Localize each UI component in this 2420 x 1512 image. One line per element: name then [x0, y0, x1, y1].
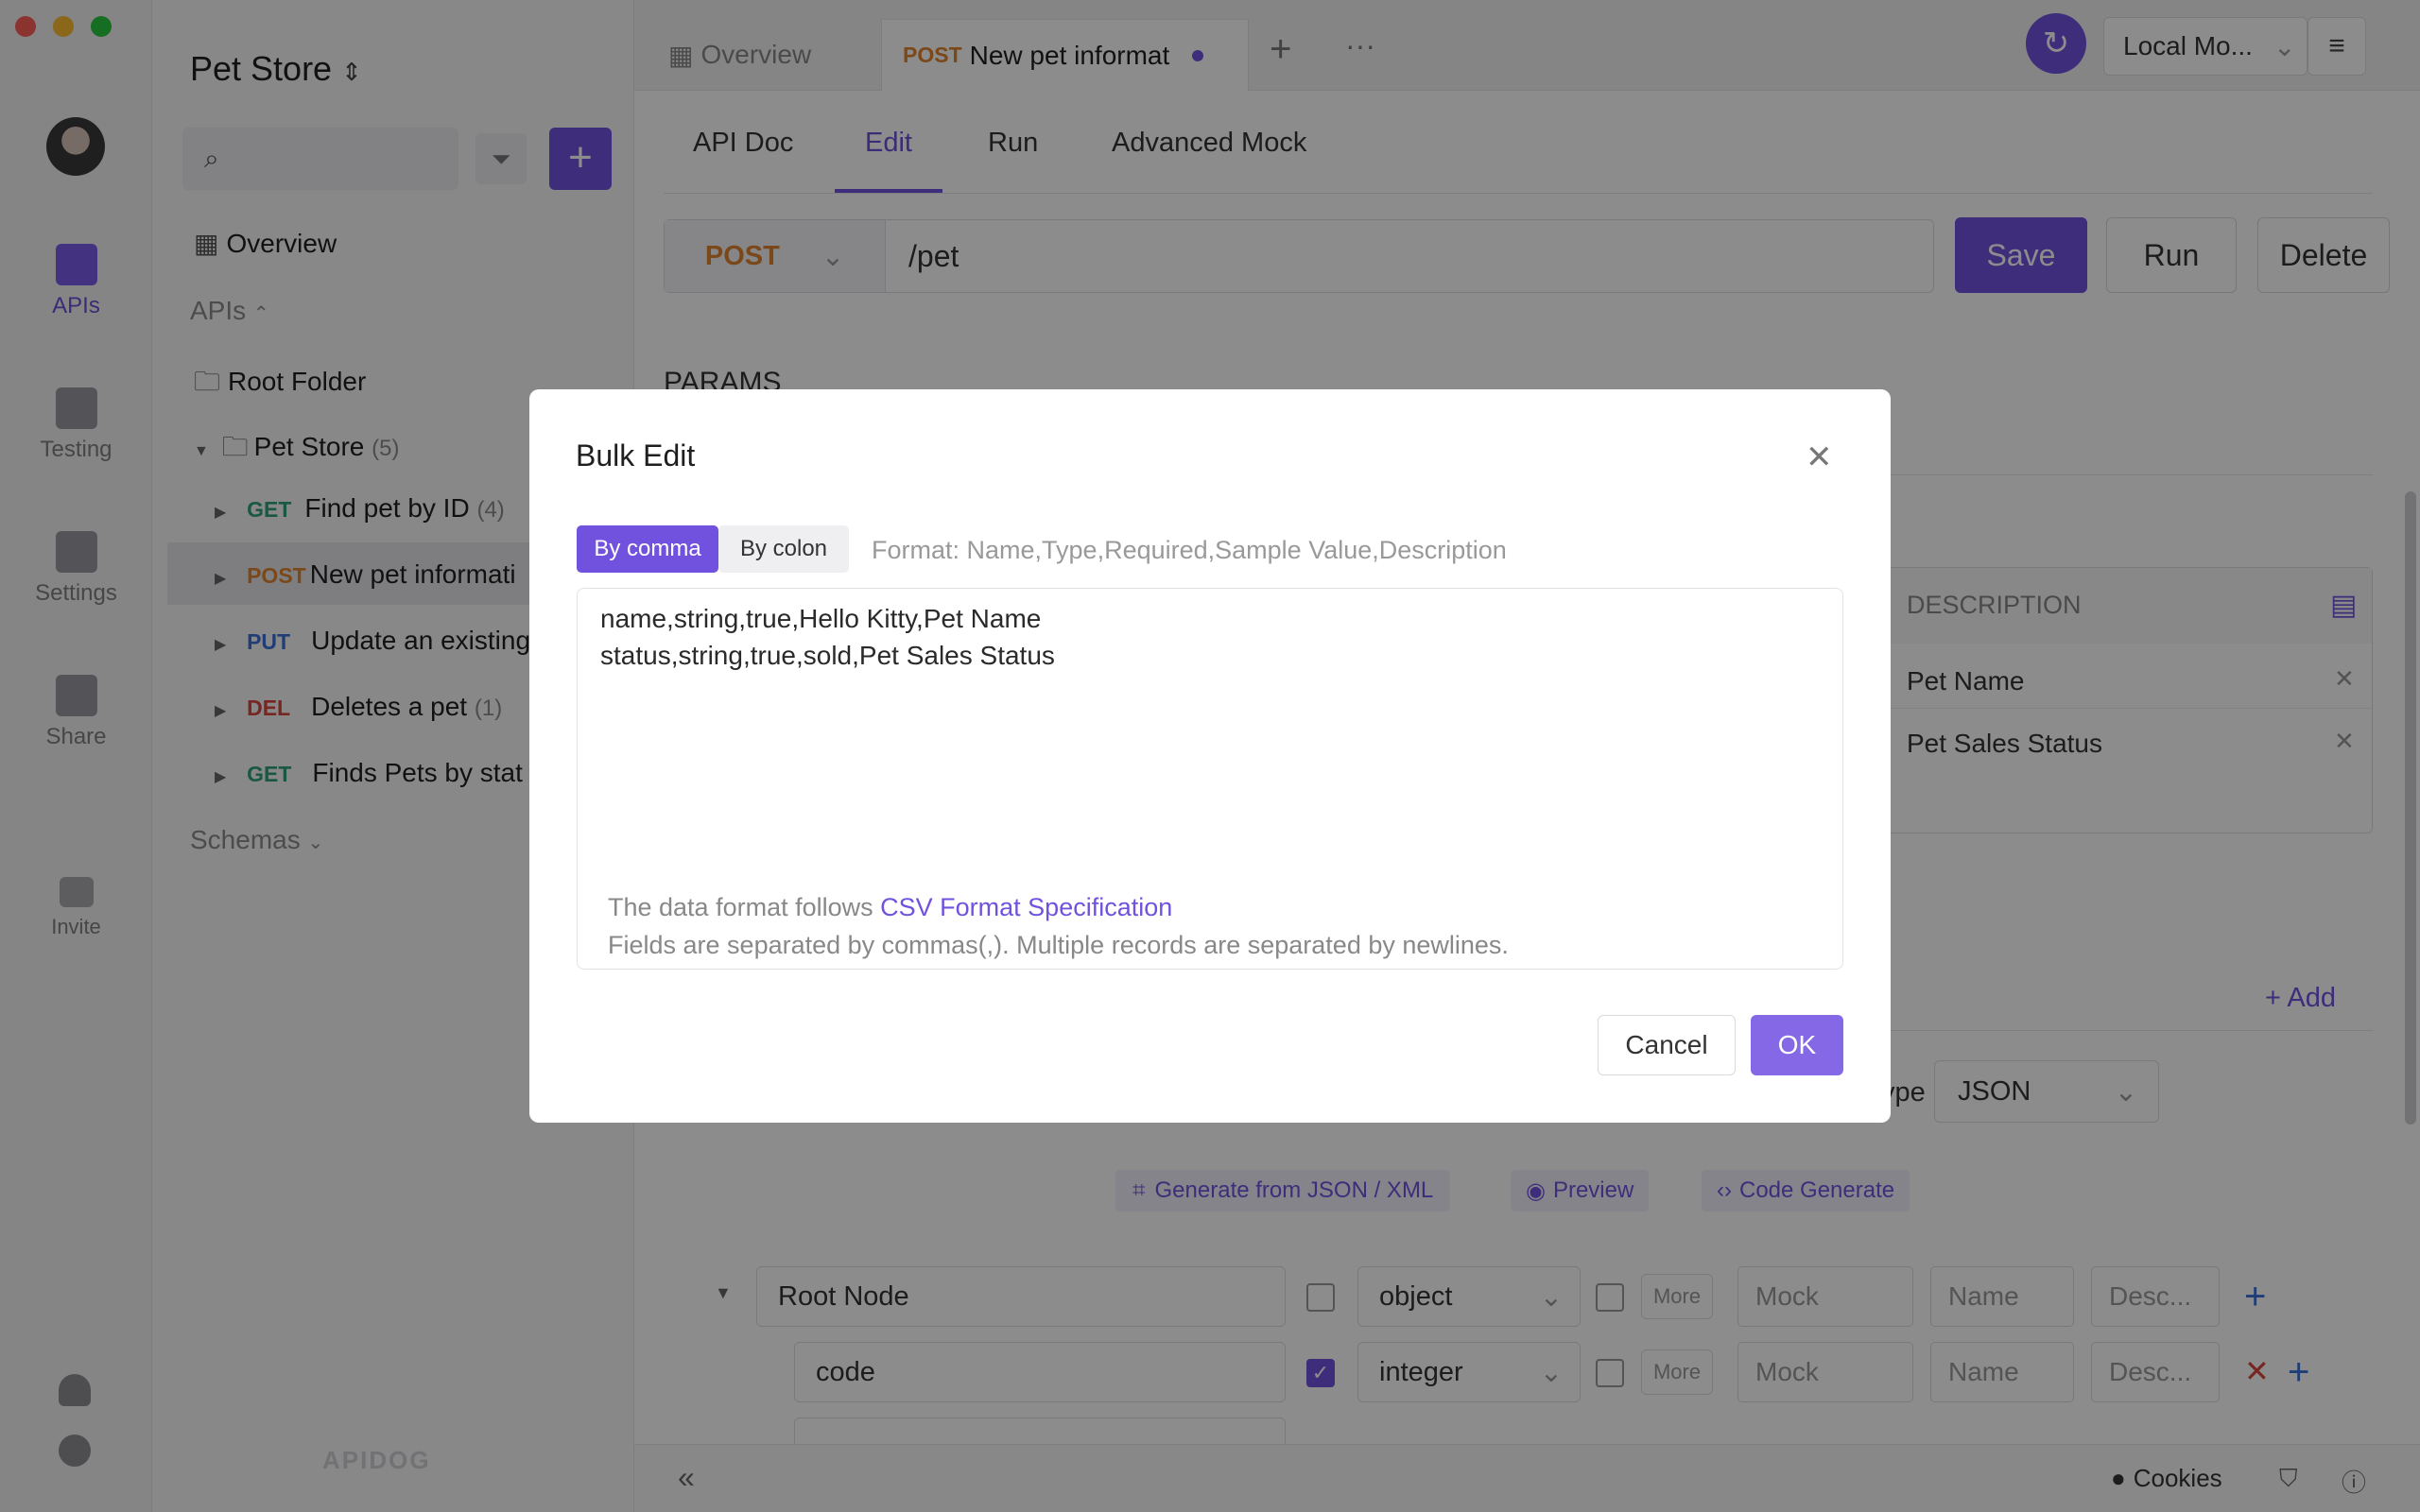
bulk-edit-dialog: Bulk Edit ✕ By comma By colon Format: Na…	[529, 389, 1891, 1123]
ok-button[interactable]: OK	[1751, 1015, 1843, 1075]
textarea-line: name,string,true,Hello Kitty,Pet Name	[600, 604, 1042, 633]
help-text: The data format follows CSV Format Speci…	[608, 893, 1172, 922]
dialog-title: Bulk Edit	[576, 438, 696, 472]
segment-by-comma[interactable]: By comma	[577, 525, 718, 573]
format-hint: Format: Name,Type,Required,Sample Value,…	[872, 536, 1507, 564]
help-text-line2: Fields are separated by commas(,). Multi…	[608, 931, 1509, 959]
close-icon[interactable]: ✕	[1806, 438, 1833, 476]
textarea-line: status,string,true,sold,Pet Sales Status	[600, 641, 1055, 670]
csv-spec-link[interactable]: CSV Format Specification	[880, 893, 1172, 921]
help-prefix: The data format follows	[608, 893, 881, 921]
segment-by-colon[interactable]: By colon	[718, 525, 849, 573]
bulk-edit-textarea[interactable]: name,string,true,Hello Kitty,Pet Name st…	[577, 588, 1843, 970]
cancel-button[interactable]: Cancel	[1598, 1015, 1736, 1075]
